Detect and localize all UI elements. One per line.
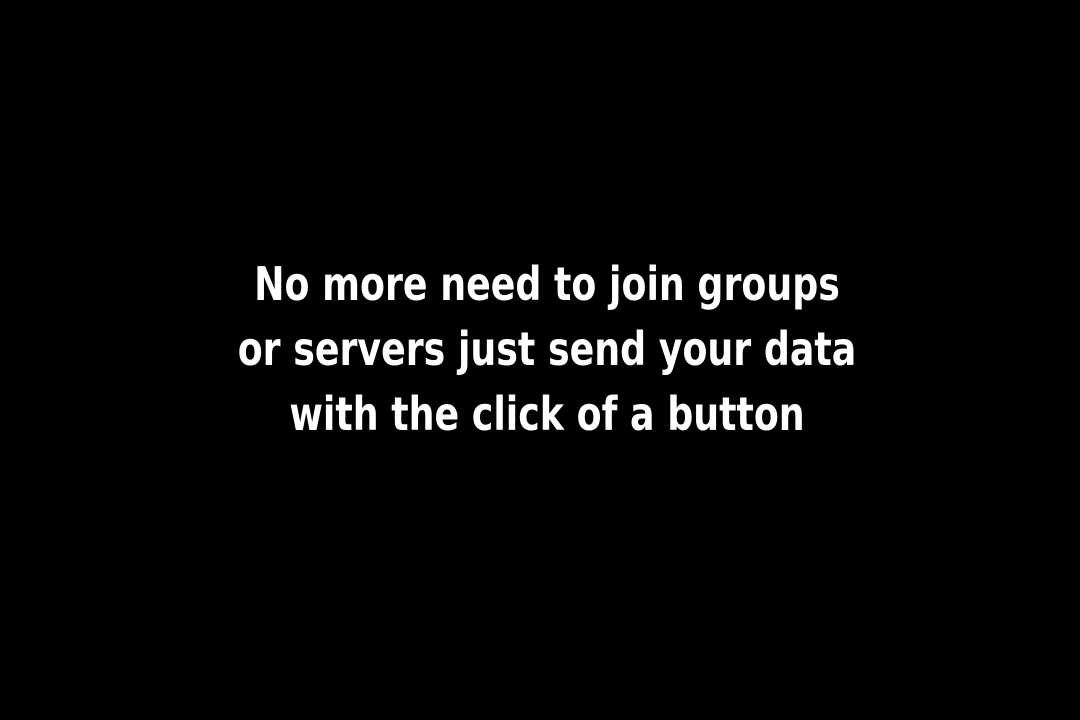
caption-text: No more need to join groups or servers j… [115, 252, 979, 447]
caption-line-2: or servers just send your data [237, 322, 857, 376]
slide-background: No more need to join groups or servers j… [0, 0, 1080, 720]
caption-line-3: with the click of a button [289, 387, 805, 441]
caption-line-1: No more need to join groups [254, 257, 840, 311]
